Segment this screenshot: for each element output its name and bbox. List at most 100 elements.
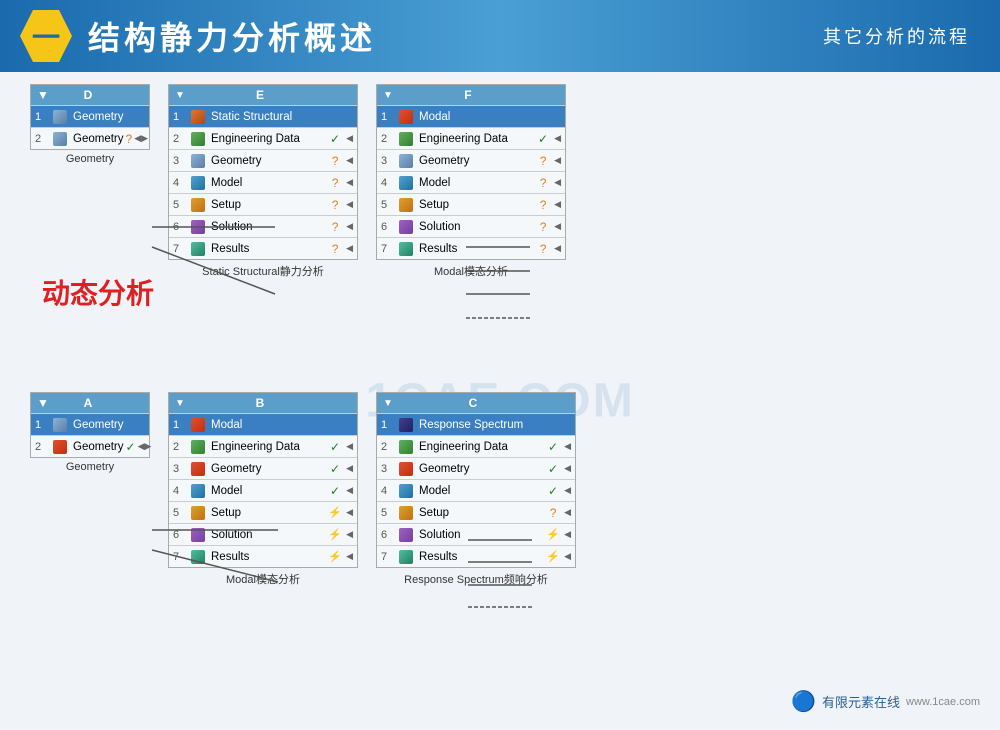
eng-icon-f2: [397, 131, 415, 147]
box-d-arrow: ▼: [37, 88, 49, 102]
geo-icon-f3: [397, 153, 415, 169]
results-icon-b7: [189, 549, 207, 565]
top-analysis-section: ▼ D 1 Geometry 2 Geometry ? ◀▶ Geometry: [30, 84, 566, 279]
box-a: ▼ A 1 Geometry 2 Geometry ✓ ◀▶: [30, 392, 150, 458]
modal-icon-c3: [397, 461, 415, 477]
box-f-row-7: 7 Results ? ◀: [377, 237, 565, 259]
geo-icon-d2: [51, 131, 69, 147]
box-b-caption: Modal模态分析: [226, 571, 300, 587]
model-icon-c4: [397, 483, 415, 499]
results-icon-c7: [397, 549, 415, 565]
box-a-letter: A: [84, 396, 93, 410]
eng-icon-c2: [397, 439, 415, 455]
box-c-row-7: 7 Results ⚡ ◀: [377, 545, 575, 567]
eng-icon-e2: [189, 131, 207, 147]
setup-icon-b5: [189, 505, 207, 521]
box-b-row-7: 7 Results ⚡ ◀: [169, 545, 357, 567]
box-a-row-2: 2 Geometry ✓ ◀▶: [31, 435, 149, 457]
eng-icon-b2: [189, 439, 207, 455]
box-f-row-6: 6 Solution ? ◀: [377, 215, 565, 237]
box-d-wrapper: ▼ D 1 Geometry 2 Geometry ? ◀▶ Geometry: [30, 84, 150, 165]
box-f: ▼ F 1 Modal 2 Engineering Data ✓ ◀: [376, 84, 566, 260]
model-icon-b4: [189, 483, 207, 499]
box-e-title: ▼ E: [169, 85, 357, 105]
box-b: ▼ B 1 Modal 2 Engineering Data ✓ ◀: [168, 392, 358, 568]
box-d: ▼ D 1 Geometry 2 Geometry ? ◀▶: [30, 84, 150, 150]
box-e-row-6: 6 Solution ? ◀: [169, 215, 357, 237]
footer: 🔵 有限元素在线 www.1cae.com: [791, 689, 980, 714]
box-b-row-1: 1 Modal: [169, 413, 357, 435]
box-b-letter: B: [256, 396, 265, 410]
box-a-caption: Geometry: [66, 461, 114, 473]
box-d-caption: Geometry: [66, 153, 114, 165]
box-e-row-1: 1 Static Structural: [169, 105, 357, 127]
modal-icon-f1: [397, 109, 415, 125]
box-b-row-2: 2 Engineering Data ✓ ◀: [169, 435, 357, 457]
page-title: 结构静力分析概述: [88, 13, 376, 59]
box-a-row-1: 1 Geometry: [31, 413, 149, 435]
box-f-row-4: 4 Model ? ◀: [377, 171, 565, 193]
solution-icon-b6: [189, 527, 207, 543]
box-c-row-1: 1 Response Spectrum: [377, 413, 575, 435]
box-f-title: ▼ F: [377, 85, 565, 105]
box-c-caption: Response Spectrum频响分析: [404, 571, 548, 587]
setup-icon-e5: [189, 197, 207, 213]
box-a-title: ▼ A: [31, 393, 149, 413]
main-content: 1CAE.COM 动态分析: [0, 72, 1000, 730]
box-f-letter: F: [464, 88, 471, 102]
footer-url: www.1cae.com: [906, 696, 980, 708]
geo-icon-a1: [51, 417, 69, 433]
box-e-row-7: 7 Results ? ◀: [169, 237, 357, 259]
hexagon-label: 一: [32, 16, 60, 56]
box-d-letter: D: [84, 88, 93, 102]
box-b-row-3: 3 Geometry ✓ ◀: [169, 457, 357, 479]
header-subtitle: 其它分析的流程: [823, 23, 970, 49]
box-f-caption: Modal模态分析: [434, 263, 508, 279]
box-f-row-1: 1 Modal: [377, 105, 565, 127]
box-e-caption: Static Structural静力分析: [202, 263, 324, 279]
resp-icon-c1: [397, 417, 415, 433]
box-e-row-3: 3 Geometry ? ◀: [169, 149, 357, 171]
dynamic-analysis-label: 动态分析: [42, 272, 154, 312]
box-c-row-5: 5 Setup ? ◀: [377, 501, 575, 523]
box-c: ▼ C 1 Response Spectrum 2 Engineering Da…: [376, 392, 576, 568]
box-c-row-4: 4 Model ✓ ◀: [377, 479, 575, 501]
box-e: ▼ E 1 Static Structural 2 Engineering Da…: [168, 84, 358, 260]
bottom-analysis-section: ▼ A 1 Geometry 2 Geometry ✓ ◀▶ Geometry: [30, 392, 576, 587]
box-e-row-5: 5 Setup ? ◀: [169, 193, 357, 215]
results-icon-e7: [189, 241, 207, 257]
geo-icon-d1: [51, 109, 69, 125]
box-b-row-6: 6 Solution ⚡ ◀: [169, 523, 357, 545]
modal-icon-b1: [189, 417, 207, 433]
box-c-row-2: 2 Engineering Data ✓ ◀: [377, 435, 575, 457]
static-icon-e1: [189, 109, 207, 125]
modal-icon-a2: [51, 439, 69, 455]
box-e-letter: E: [256, 88, 264, 102]
setup-icon-c5: [397, 505, 415, 521]
box-e-row-4: 4 Model ? ◀: [169, 171, 357, 193]
box-f-row-3: 3 Geometry ? ◀: [377, 149, 565, 171]
box-c-row-6: 6 Solution ⚡ ◀: [377, 523, 575, 545]
setup-icon-f5: [397, 197, 415, 213]
solution-icon-f6: [397, 219, 415, 235]
results-icon-f7: [397, 241, 415, 257]
header-hexagon: 一: [20, 10, 72, 62]
box-c-letter: C: [469, 396, 478, 410]
model-icon-f4: [397, 175, 415, 191]
box-b-title: ▼ B: [169, 393, 357, 413]
box-e-row-2: 2 Engineering Data ✓ ◀: [169, 127, 357, 149]
box-e-wrapper: ▼ E 1 Static Structural 2 Engineering Da…: [168, 84, 358, 279]
box-f-row-5: 5 Setup ? ◀: [377, 193, 565, 215]
box-c-title: ▼ C: [377, 393, 575, 413]
box-f-wrapper: ▼ F 1 Modal 2 Engineering Data ✓ ◀: [376, 84, 566, 279]
solution-icon-c6: [397, 527, 415, 543]
box-b-row-4: 4 Model ✓ ◀: [169, 479, 357, 501]
geo-icon-e3: [189, 153, 207, 169]
solution-icon-e6: [189, 219, 207, 235]
box-d-row-2: 2 Geometry ? ◀▶: [31, 127, 149, 149]
box-c-row-3: 3 Geometry ✓ ◀: [377, 457, 575, 479]
box-b-row-5: 5 Setup ⚡ ◀: [169, 501, 357, 523]
box-c-wrapper: ▼ C 1 Response Spectrum 2 Engineering Da…: [376, 392, 576, 587]
box-d-row-1: 1 Geometry: [31, 105, 149, 127]
box-f-row-2: 2 Engineering Data ✓ ◀: [377, 127, 565, 149]
